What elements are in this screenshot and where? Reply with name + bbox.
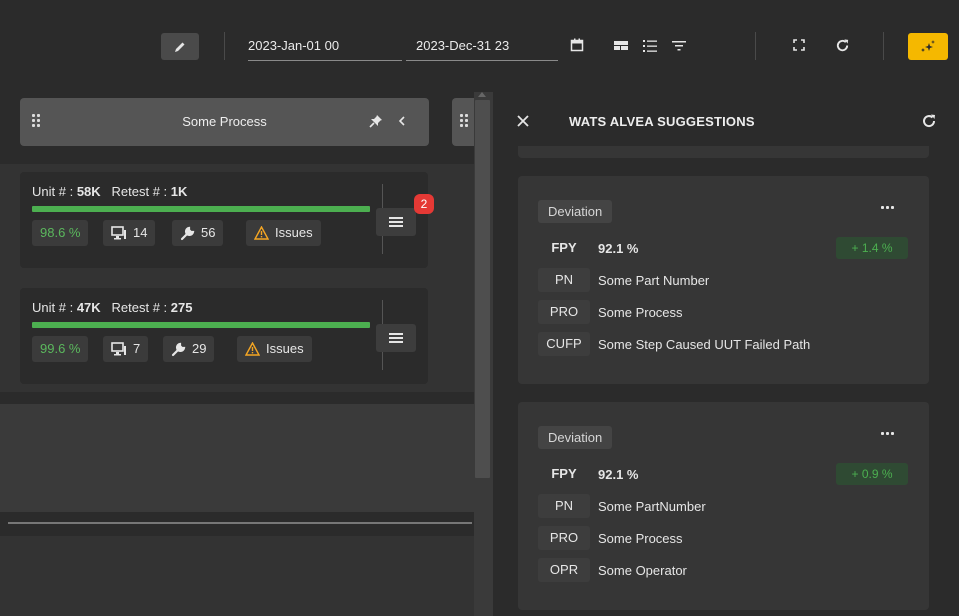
- ai-sparkle-icon: [921, 39, 935, 52]
- fpy-value: 92.1 %: [598, 240, 639, 256]
- suggestions-panel: WATS ALVEA SUGGESTIONS Deviation FPY 92.…: [492, 92, 959, 616]
- warning-icon: [254, 226, 269, 240]
- process-panel: Some Process Unit # : 58K Retest # : 1K …: [0, 92, 474, 616]
- wrench-icon: [171, 342, 186, 356]
- table-view-icon: [614, 41, 628, 50]
- pin-button[interactable]: [369, 114, 383, 128]
- pin-icon: [369, 115, 382, 128]
- card-menu-button[interactable]: 2: [376, 194, 434, 236]
- yield-progress-bar: [32, 206, 370, 212]
- fullscreen-icon: [793, 39, 805, 51]
- suggestion-card[interactable]: Deviation FPY 92.1 % + 0.9 % PN Some Par…: [518, 402, 929, 610]
- toolbar-separator: [224, 32, 225, 60]
- scroll-up-arrow[interactable]: [478, 92, 486, 97]
- next-process-header[interactable]: [452, 98, 474, 146]
- fpy-delta-badge: + 0.9 %: [836, 463, 908, 485]
- stations-chip[interactable]: 7: [103, 336, 149, 362]
- monitor-icon: [111, 342, 126, 356]
- list-view-button[interactable]: [641, 37, 659, 55]
- toolbar-separator: [755, 32, 756, 60]
- filter-icon: [672, 41, 686, 51]
- close-icon: [517, 115, 529, 127]
- issues-chip[interactable]: Issues: [246, 220, 321, 246]
- refresh-button[interactable]: [833, 36, 851, 54]
- process-header[interactable]: Some Process: [20, 98, 429, 146]
- suggestion-row: OPR Some Operator: [538, 558, 687, 582]
- chevron-left-icon: [398, 116, 405, 126]
- deviation-tag: Deviation: [538, 426, 613, 449]
- suggestion-row: PRO Some Process: [538, 526, 683, 550]
- stations-chip[interactable]: 14: [103, 220, 156, 246]
- collapse-button[interactable]: [398, 115, 408, 127]
- notification-badge: 2: [414, 194, 434, 214]
- suggestions-title: WATS ALVEA SUGGESTIONS: [569, 114, 755, 129]
- empty-panel-area: [0, 404, 474, 512]
- close-button[interactable]: [517, 115, 531, 129]
- menu-icon: [389, 333, 403, 343]
- edit-button[interactable]: [161, 33, 199, 60]
- fpy-row: FPY 92.1 %: [538, 236, 638, 260]
- card-menu-button[interactable]: [376, 324, 416, 352]
- issues-chip[interactable]: Issues: [237, 336, 312, 362]
- calendar-button[interactable]: [568, 36, 586, 54]
- yield-chip[interactable]: 99.6 %: [32, 336, 89, 362]
- more-icon[interactable]: [881, 432, 895, 436]
- fpy-delta-badge: + 1.4 %: [836, 237, 908, 259]
- end-date-field[interactable]: 2023-Dec-31 23: [406, 33, 558, 61]
- fpy-label: FPY: [551, 466, 577, 481]
- process-title: Some Process: [182, 114, 267, 129]
- yield-chip[interactable]: 98.6 %: [32, 220, 89, 246]
- process-card[interactable]: Unit # : 47K Retest # : 275 99.6 % 7 29 …: [20, 288, 428, 384]
- fullscreen-button[interactable]: [791, 37, 807, 53]
- top-toolbar: 2023-Jan-01 00 - 2023-Dec-31 23: [0, 0, 959, 92]
- unit-counts: Unit # : 47K Retest # : 275: [32, 300, 193, 315]
- fpy-row: FPY 92.1 %: [538, 462, 638, 486]
- process-card[interactable]: Unit # : 58K Retest # : 1K 98.6 % 14 56 …: [20, 172, 434, 268]
- panel-gap: [0, 392, 474, 404]
- pencil-icon: [175, 42, 185, 52]
- yield-progress-bar: [32, 322, 370, 328]
- suggestion-row: PN Some Part Number: [538, 268, 709, 292]
- calendar-icon: [570, 38, 584, 52]
- wrench-icon: [180, 226, 195, 240]
- fpy-value: 92.1 %: [598, 466, 639, 482]
- filter-button[interactable]: [670, 37, 688, 55]
- toolbar-separator: [883, 32, 884, 60]
- refresh-icon: [923, 114, 936, 128]
- menu-icon: [389, 217, 403, 227]
- repairs-chip[interactable]: 56: [172, 220, 224, 246]
- scrollbar-thumb[interactable]: [475, 100, 490, 478]
- more-icon[interactable]: [881, 206, 895, 210]
- start-date-field[interactable]: 2023-Jan-01 00: [248, 33, 402, 61]
- suggestion-row: PRO Some Process: [538, 300, 683, 324]
- list-view-icon: [643, 40, 657, 52]
- panel-divider: [8, 522, 472, 524]
- refresh-suggestions-button[interactable]: [921, 113, 939, 131]
- ai-suggestions-button[interactable]: [908, 33, 948, 60]
- unit-counts: Unit # : 58K Retest # : 1K: [32, 184, 188, 199]
- suggestion-card[interactable]: Deviation FPY 92.1 % + 1.4 % PN Some Par…: [518, 176, 929, 384]
- suggestion-row: CUFP Some Step Caused UUT Failed Path: [538, 332, 810, 356]
- warning-icon: [245, 342, 260, 356]
- table-view-button[interactable]: [612, 37, 630, 55]
- fpy-label: FPY: [551, 240, 577, 255]
- refresh-icon: [836, 38, 848, 51]
- suggestion-row: PN Some PartNumber: [538, 494, 706, 518]
- empty-panel-area: [0, 536, 474, 616]
- drag-handle-icon[interactable]: [460, 114, 472, 128]
- deviation-tag: Deviation: [538, 200, 613, 223]
- repairs-chip[interactable]: 29: [163, 336, 215, 362]
- previous-suggestion-card: [518, 146, 929, 158]
- monitor-icon: [111, 226, 126, 240]
